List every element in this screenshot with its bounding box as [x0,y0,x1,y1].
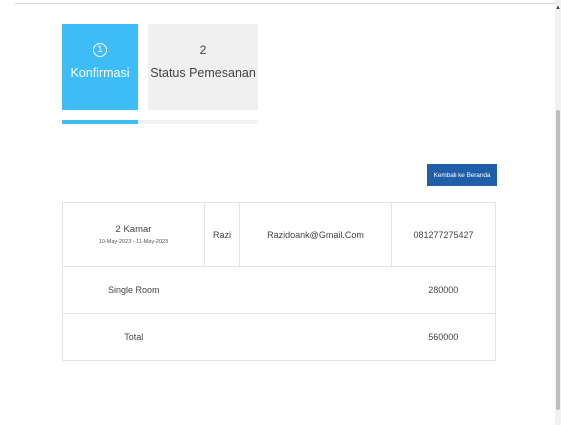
step-progress-bar [62,120,258,124]
step-number: 2 [199,43,207,57]
step-konfirmasi[interactable]: 1 Konfirmasi [62,24,138,110]
guest-email: Razidoank@Gmail.Com [239,202,392,267]
table-row: 2 Kamar 10-May-2023 - 11-May-2023 Razi R… [62,202,496,267]
step-progress-fill [62,120,139,124]
empty-cell [204,313,240,361]
booking-summary-table: 2 Kamar 10-May-2023 - 11-May-2023 Razi R… [62,202,496,361]
step-label: Konfirmasi [70,66,130,80]
room-price: 280000 [391,266,496,314]
guest-phone: 081277275427 [391,202,496,267]
total-label: Total [62,313,205,361]
table-row: Single Room 280000 [62,266,496,314]
step-label: Status Pemesanan [150,66,256,80]
back-to-home-button[interactable]: Kembali ke Beranda [427,164,497,186]
empty-cell [239,313,392,361]
table-row: Total 560000 [62,313,496,361]
rooms-count: 2 Kamar [115,224,152,235]
guest-name: Razi [204,202,240,267]
total-amount: 560000 [391,313,496,361]
scroll-up-arrow-icon[interactable]: ▲ [555,4,561,12]
empty-cell [239,266,392,314]
step-number-badge: 1 [93,43,107,57]
step-status-pemesanan[interactable]: 2 Status Pemesanan [148,24,258,110]
stay-dates: 10-May-2023 - 11-May-2023 [98,239,169,245]
page-top-border [15,3,555,4]
room-type: Single Room [62,266,205,314]
vertical-scrollbar[interactable]: ▲ [555,0,561,425]
rooms-cell: 2 Kamar 10-May-2023 - 11-May-2023 [62,202,205,267]
empty-cell [204,266,240,314]
scrollbar-thumb[interactable] [556,110,560,410]
